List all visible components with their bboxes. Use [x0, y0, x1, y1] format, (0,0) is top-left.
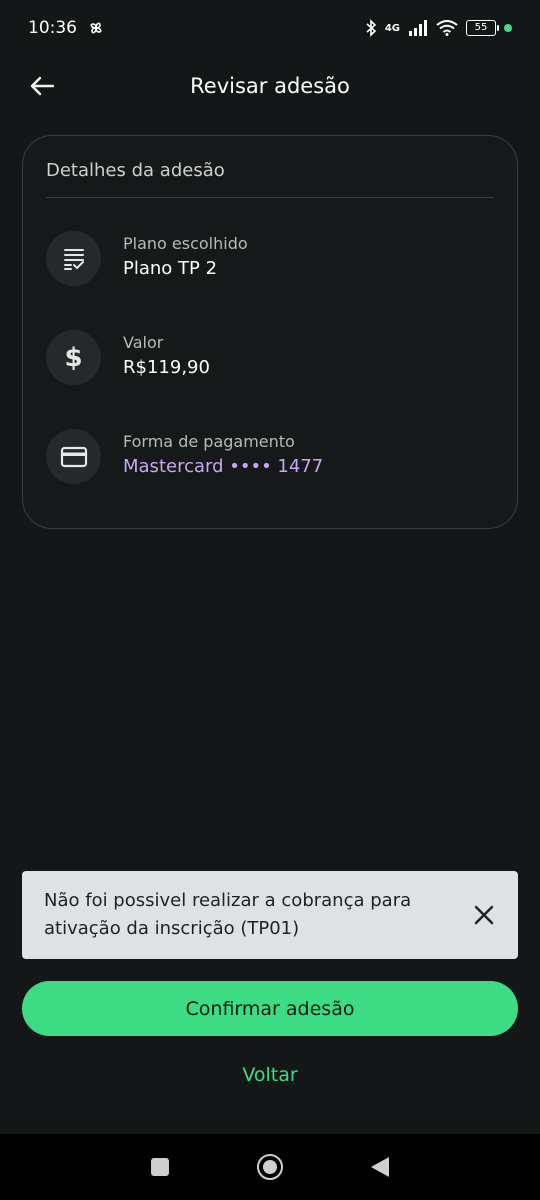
credit-card-icon — [60, 446, 87, 467]
value-amount: R$119,90 — [123, 357, 210, 378]
pinwheel-icon — [90, 22, 102, 34]
notification-dot-icon — [504, 24, 512, 32]
bluetooth-icon — [366, 19, 376, 37]
value-icon-container: $ — [46, 330, 101, 385]
details-card: Detalhes da adesão Plano escolhido Plano… — [22, 135, 518, 529]
payment-icon-container — [46, 429, 101, 484]
page-title: Revisar adesão — [190, 74, 350, 98]
arrow-left-icon — [30, 76, 55, 96]
divider — [46, 197, 494, 198]
detail-row-plan: Plano escolhido Plano TP 2 — [46, 231, 494, 287]
error-snackbar: Não foi possivel realizar a cobrança par… — [22, 871, 518, 959]
home-icon[interactable] — [257, 1154, 283, 1180]
battery-icon: 55 — [466, 20, 499, 36]
detail-row-value: $ Valor R$119,90 — [46, 330, 494, 386]
back-triangle-icon[interactable] — [371, 1157, 389, 1177]
list-check-icon — [63, 248, 84, 270]
snackbar-close-button[interactable] — [468, 899, 500, 931]
close-icon — [474, 905, 494, 925]
plan-icon-container — [46, 231, 101, 286]
payment-label: Forma de pagamento — [123, 432, 295, 451]
system-nav-bar — [0, 1134, 540, 1200]
back-button[interactable] — [22, 66, 62, 106]
confirm-button[interactable]: Confirmar adesão — [22, 981, 518, 1036]
wifi-icon — [436, 20, 458, 36]
network-type: 4G — [384, 22, 400, 34]
value-label: Valor — [123, 333, 164, 352]
status-bar: 10:36 4G 55 — [0, 0, 540, 56]
battery-level: 55 — [474, 22, 488, 33]
card-title: Detalhes da adesão — [46, 160, 225, 181]
recents-icon[interactable] — [151, 1158, 169, 1176]
snackbar-message: Não foi possivel realizar a cobrança par… — [44, 890, 412, 939]
status-time: 10:36 — [28, 18, 77, 38]
signal-icon — [409, 20, 427, 36]
dollar-icon: $ — [64, 342, 83, 373]
app-bar: Revisar adesão — [0, 56, 540, 116]
detail-row-payment: Forma de pagamento Mastercard •••• 1477 — [46, 429, 494, 485]
payment-value: Mastercard •••• 1477 — [123, 456, 324, 477]
plan-label: Plano escolhido — [123, 234, 248, 253]
plan-value: Plano TP 2 — [123, 258, 218, 279]
home-icon-inner — [263, 1160, 277, 1174]
back-text-button[interactable]: Voltar — [220, 1055, 320, 1095]
